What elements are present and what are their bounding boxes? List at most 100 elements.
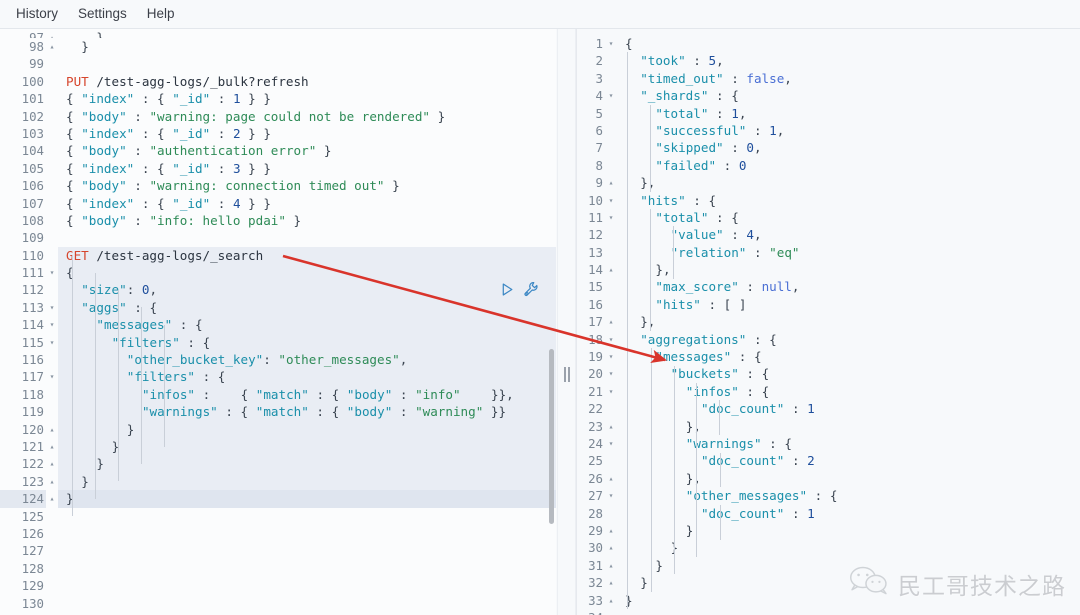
code-line[interactable]: 10 ▾ "hits" : { — [577, 192, 1080, 209]
pane-splitter[interactable] — [557, 29, 576, 615]
code-line[interactable]: 20 ▾ "buckets" : { — [577, 365, 1080, 382]
code-line[interactable]: 29 ▴ } — [577, 522, 1080, 539]
code-line[interactable]: 27 ▾ "other_messages" : { — [577, 487, 1080, 504]
scrollbar-thumb[interactable] — [549, 349, 554, 524]
response-pane[interactable]: 1 ▾{2 "took" : 5, 3 "timed_out" : false, 4 ▾… — [576, 29, 1080, 615]
fold-toggle-icon[interactable]: ▾ — [605, 87, 617, 104]
code-line[interactable]: 121 ▴ } — [0, 437, 556, 456]
fold-toggle-icon[interactable]: ▴ — [605, 313, 617, 330]
code-line[interactable]: 1 ▾ { — [577, 35, 1080, 52]
fold-toggle-icon[interactable]: ▾ — [605, 383, 617, 400]
wrench-icon[interactable] — [523, 281, 539, 297]
fold-toggle-icon[interactable]: ▾ — [46, 299, 58, 316]
code-line[interactable]: 13 "relation" : "eq" — [577, 244, 1080, 261]
code-line[interactable]: 6 "successful" : 1, — [577, 122, 1080, 139]
code-line[interactable]: 4 ▾ "_shards" : { — [577, 87, 1080, 104]
fold-toggle-icon[interactable]: ▴ — [605, 174, 617, 191]
fold-toggle-icon[interactable]: ▾ — [46, 334, 58, 351]
fold-toggle-icon[interactable]: ▴ — [46, 455, 58, 472]
code-line[interactable]: 12 "value" : 4, — [577, 226, 1080, 243]
code-line[interactable]: 127 — [0, 542, 556, 559]
code-line[interactable]: 109 — [0, 229, 556, 246]
code-line[interactable]: 15 "max_score" : null, — [577, 278, 1080, 295]
code-line[interactable]: 112 "size": 0, — [0, 281, 556, 299]
code-line[interactable]: 126 — [0, 525, 556, 542]
code-line[interactable]: 11 ▾ "total" : { — [577, 209, 1080, 226]
fold-toggle-icon[interactable]: ▴ — [46, 421, 58, 438]
code-line[interactable]: 103 { "index" : { "_id" : 2 } } — [0, 125, 556, 142]
fold-toggle-icon[interactable]: ▴ — [46, 473, 58, 490]
code-line[interactable]: 124 ▴} — [0, 490, 556, 508]
menu-item-settings[interactable]: Settings — [68, 3, 137, 25]
fold-toggle-icon[interactable]: ▴ — [605, 470, 617, 487]
code-line[interactable]: 19 ▾ "messages" : { — [577, 348, 1080, 365]
code-line[interactable]: 123 ▴ } — [0, 472, 556, 491]
code-line[interactable]: 21 ▾ "infos" : { — [577, 383, 1080, 400]
code-line[interactable]: 34 — [577, 609, 1080, 615]
fold-toggle-icon[interactable]: ▾ — [46, 316, 58, 333]
fold-toggle-icon[interactable]: ▾ — [46, 264, 58, 281]
fold-toggle-icon[interactable]: ▴ — [605, 557, 617, 574]
code-line[interactable]: 26 ▴ }, — [577, 470, 1080, 487]
fold-toggle-icon[interactable]: ▾ — [605, 435, 617, 452]
code-line[interactable]: 101 { "index" : { "_id" : 1 } } — [0, 90, 556, 107]
code-line[interactable]: 108 { "body" : "info: hello pdai" } — [0, 212, 556, 229]
code-line[interactable]: 104 { "body" : "authentication error" } — [0, 142, 556, 159]
code-line[interactable]: 14 ▴ }, — [577, 261, 1080, 278]
code-line[interactable]: 128 — [0, 560, 556, 577]
code-line[interactable]: 3 "timed_out" : false, — [577, 70, 1080, 87]
fold-toggle-icon[interactable]: ▾ — [46, 368, 58, 385]
code-line[interactable]: 120 ▴ } — [0, 420, 556, 438]
code-line[interactable]: 16 "hits" : [ ] — [577, 296, 1080, 313]
fold-toggle-icon[interactable]: ▾ — [605, 331, 617, 348]
fold-toggle-icon[interactable]: ▴ — [46, 438, 58, 455]
code-line[interactable]: 98 ▴ } — [0, 38, 556, 55]
fold-toggle-icon[interactable]: ▴ — [46, 490, 58, 507]
code-line[interactable]: 100 PUT /test-agg-logs/_bulk?refresh — [0, 73, 556, 90]
fold-toggle-icon[interactable]: ▾ — [605, 192, 617, 209]
code-line[interactable]: 17 ▴ }, — [577, 313, 1080, 330]
code-line[interactable]: 23 ▴ }, — [577, 418, 1080, 435]
code-line[interactable]: 122 ▴ } — [0, 455, 556, 473]
fold-toggle-icon[interactable]: ▴ — [605, 522, 617, 539]
code-line[interactable]: 107 { "index" : { "_id" : 4 } } — [0, 195, 556, 212]
code-line[interactable]: 24 ▾ "warnings" : { — [577, 435, 1080, 452]
fold-toggle-icon[interactable]: ▴ — [46, 38, 58, 55]
code-line[interactable]: 18 ▾ "aggregations" : { — [577, 331, 1080, 348]
fold-toggle-icon[interactable]: ▴ — [605, 261, 617, 278]
code-line[interactable]: 99 — [0, 55, 556, 72]
code-line[interactable]: 129 — [0, 577, 556, 594]
code-line[interactable]: 118 "infos" : { "match" : { "body" : "in… — [0, 385, 556, 404]
menu-item-history[interactable]: History — [6, 3, 68, 25]
fold-toggle-icon[interactable]: ▴ — [605, 418, 617, 435]
code-line[interactable]: 115 ▾ "filters" : { — [0, 333, 556, 352]
splitter-grip[interactable] — [564, 367, 571, 382]
fold-toggle-icon[interactable]: ▾ — [605, 348, 617, 365]
code-line[interactable]: 2 "took" : 5, — [577, 52, 1080, 69]
code-line[interactable]: 30▴ } — [577, 539, 1080, 556]
code-line[interactable]: 105 { "index" : { "_id" : 3 } } — [0, 160, 556, 177]
code-line[interactable]: 111 ▾{ — [0, 264, 556, 282]
code-line[interactable]: 117 ▾ "filters" : { — [0, 368, 556, 386]
code-line[interactable]: 110 GET /test-agg-logs/_search — [0, 246, 556, 265]
code-line[interactable]: 119 "warnings" : { "match" : { "body" : … — [0, 403, 556, 421]
code-line[interactable]: 5 "total" : 1, — [577, 105, 1080, 122]
fold-toggle-icon[interactable]: ▴ — [605, 539, 617, 556]
fold-toggle-icon[interactable]: ▴ — [46, 29, 58, 38]
fold-toggle-icon[interactable]: ▴ — [605, 592, 617, 609]
run-query-icon[interactable] — [500, 282, 515, 297]
code-line[interactable]: 102 { "body" : "warning: page could not b… — [0, 108, 556, 125]
code-line[interactable]: 125 — [0, 508, 556, 525]
fold-toggle-icon[interactable]: ▾ — [605, 35, 617, 52]
menu-item-help[interactable]: Help — [137, 3, 185, 25]
request-pane-scrollbar[interactable] — [548, 29, 556, 615]
fold-toggle-icon[interactable]: ▴ — [605, 574, 617, 591]
code-line[interactable]: 116 "other_bucket_key": "other_messages"… — [0, 351, 556, 369]
code-line[interactable]: 22 "doc_count" : 1 — [577, 400, 1080, 417]
code-line[interactable]: 8 "failed" : 0 — [577, 157, 1080, 174]
request-pane[interactable]: 97 ▴ } 98 ▴ } 99 100 PUT /test-agg-logs/_bulk?… — [0, 29, 556, 615]
fold-toggle-icon[interactable]: ▾ — [605, 365, 617, 382]
code-line[interactable]: 28 "doc_count" : 1 — [577, 505, 1080, 522]
code-line[interactable]: 130 — [0, 595, 556, 612]
fold-toggle-icon[interactable]: ▾ — [605, 209, 617, 226]
